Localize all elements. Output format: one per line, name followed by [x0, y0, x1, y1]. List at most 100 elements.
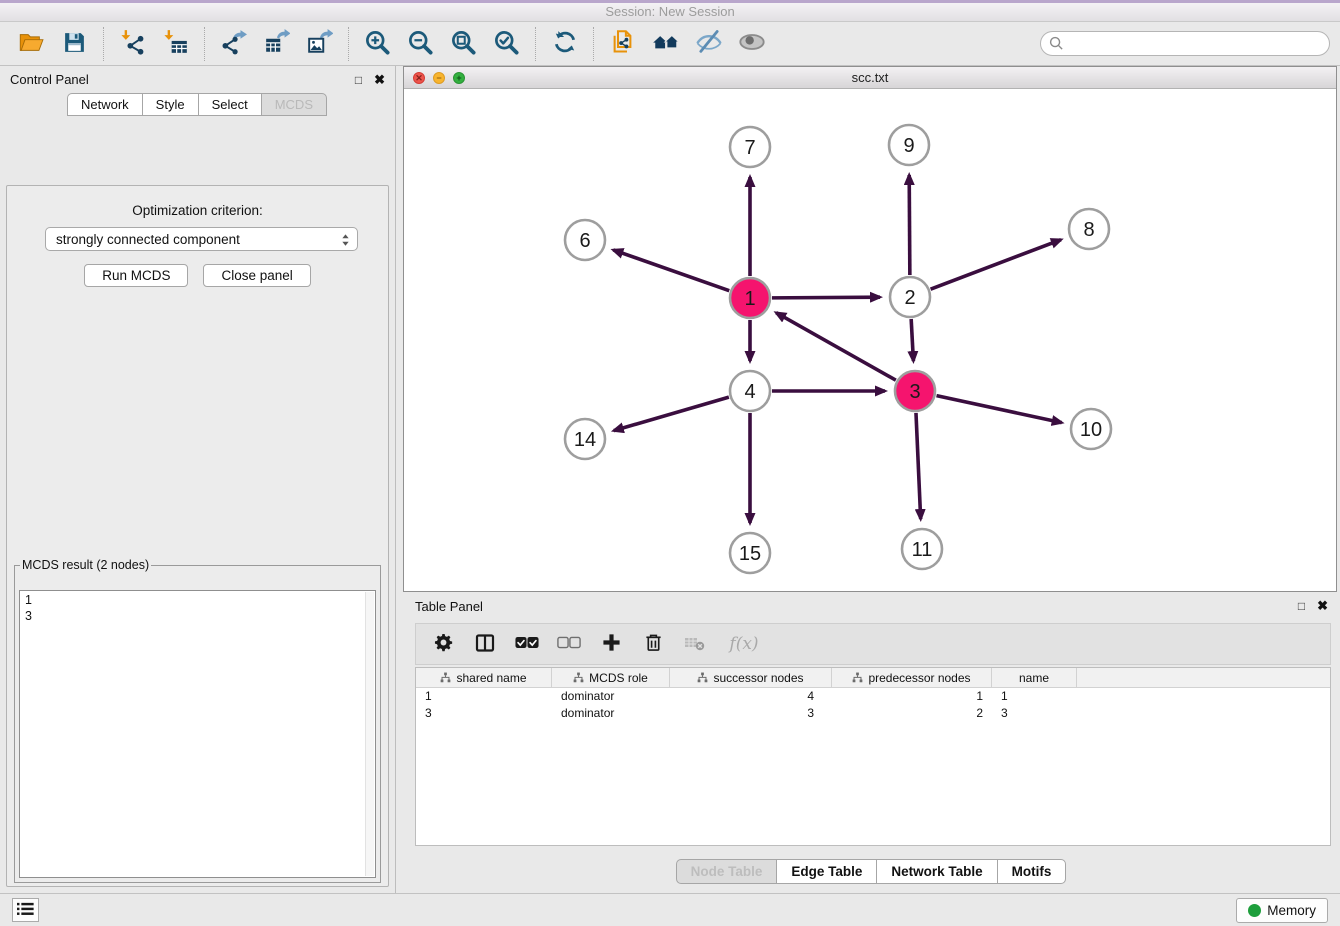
import-table-icon [163, 29, 189, 58]
node-table[interactable]: shared name MCDS role successor nodes pr… [415, 667, 1331, 846]
zoom-in-icon [364, 29, 391, 59]
close-panel-icon[interactable]: ✖ [374, 74, 385, 86]
graph-node-4[interactable]: 4 [730, 371, 770, 411]
show-details-button[interactable] [730, 25, 773, 63]
cell-predecessor-nodes[interactable]: 1 [832, 688, 992, 705]
tab-mcds[interactable]: MCDS [261, 93, 327, 116]
graph-node-1[interactable]: 1 [730, 278, 770, 318]
cell-name[interactable]: 1 [992, 688, 1077, 705]
graph-edge-3-10[interactable] [937, 396, 1062, 423]
save-session-button[interactable] [53, 25, 96, 63]
export-network-button[interactable] [212, 25, 255, 63]
hide-details-button[interactable] [687, 25, 730, 63]
zoom-fit-button[interactable] [442, 25, 485, 63]
optimization-criterion-select[interactable]: strongly connected component [45, 227, 358, 251]
delete-table-icon [684, 634, 706, 655]
graph-node-15[interactable]: 15 [730, 533, 770, 573]
float-panel-icon[interactable]: □ [355, 74, 362, 86]
close-panel-icon[interactable]: ✖ [1317, 600, 1328, 612]
graph-edge-2-3[interactable] [911, 319, 913, 361]
tab-network-table[interactable]: Network Table [876, 859, 997, 884]
home-networks-button[interactable] [644, 25, 687, 63]
graph-node-6[interactable]: 6 [565, 220, 605, 260]
graph-edge-2-9[interactable] [909, 175, 910, 275]
svg-text:11: 11 [912, 539, 933, 561]
deselect-all-columns-button[interactable] [554, 629, 584, 659]
task-history-button[interactable] [12, 898, 39, 922]
eye-slash-icon [695, 28, 723, 59]
cell-mcds-role[interactable]: dominator [552, 705, 670, 722]
cell-successor-nodes[interactable]: 4 [670, 688, 832, 705]
table-row[interactable]: 3 dominator 3 2 3 [416, 705, 1330, 722]
memory-status-icon [1248, 904, 1261, 917]
column-header-shared-name[interactable]: shared name [416, 668, 552, 687]
graph-node-9[interactable]: 9 [889, 125, 929, 165]
tab-edge-table[interactable]: Edge Table [776, 859, 877, 884]
table-settings-button[interactable] [428, 629, 458, 659]
window-maximize-icon[interactable]: + [453, 72, 465, 84]
graph-edge-2-8[interactable] [931, 240, 1061, 290]
delete-column-button[interactable] [638, 629, 668, 659]
tab-select[interactable]: Select [198, 93, 262, 116]
graph-node-8[interactable]: 8 [1069, 209, 1109, 249]
delete-table-button[interactable] [680, 629, 710, 659]
tab-network[interactable]: Network [67, 93, 143, 116]
memory-button[interactable]: Memory [1236, 898, 1328, 923]
window-minimize-icon[interactable]: − [433, 72, 445, 84]
refresh-button[interactable] [543, 25, 586, 63]
zoom-selected-button[interactable] [485, 25, 528, 63]
svg-text:7: 7 [744, 137, 755, 159]
graph-edge-3-1[interactable] [776, 313, 896, 380]
mcds-result-group: MCDS result (2 nodes) 1 3 [14, 558, 381, 883]
cell-shared-name[interactable]: 3 [416, 705, 552, 722]
graph-node-14[interactable]: 14 [565, 419, 605, 459]
graph-edge-1-2[interactable] [772, 297, 880, 298]
column-header-predecessor-nodes[interactable]: predecessor nodes [832, 668, 992, 687]
graph-node-3[interactable]: 3 [895, 371, 935, 411]
cell-predecessor-nodes[interactable]: 2 [832, 705, 992, 722]
graph-edge-4-14[interactable] [614, 397, 729, 430]
zoom-in-button[interactable] [356, 25, 399, 63]
graph-edge-3-11[interactable] [916, 413, 921, 519]
column-header-mcds-role[interactable]: MCDS role [552, 668, 670, 687]
close-panel-button[interactable]: Close panel [203, 264, 310, 287]
network-graph[interactable]: 7 9 6 8 1 2 4 3 14 10 15 11 [404, 89, 1336, 591]
gear-icon [434, 633, 453, 655]
tab-motifs[interactable]: Motifs [997, 859, 1067, 884]
network-window-titlebar[interactable]: ✕ − + scc.txt [404, 67, 1336, 89]
export-table-button[interactable] [255, 25, 298, 63]
select-all-columns-button[interactable] [512, 629, 542, 659]
tab-node-table[interactable]: Node Table [676, 859, 778, 884]
import-network-button[interactable] [111, 25, 154, 63]
create-column-button[interactable] [596, 629, 626, 659]
cell-successor-nodes[interactable]: 3 [670, 705, 832, 722]
export-image-button[interactable] [298, 25, 341, 63]
search-input[interactable] [1040, 31, 1330, 56]
save-floppy-icon [62, 30, 87, 58]
import-table-button[interactable] [154, 25, 197, 63]
result-scrollbar[interactable] [365, 592, 374, 876]
cell-mcds-role[interactable]: dominator [552, 688, 670, 705]
graph-node-2[interactable]: 2 [890, 277, 930, 317]
graph-node-11[interactable]: 11 [902, 529, 942, 569]
column-header-successor-nodes[interactable]: successor nodes [670, 668, 832, 687]
graph-node-7[interactable]: 7 [730, 127, 770, 167]
float-panel-icon[interactable]: □ [1298, 600, 1305, 612]
cell-name[interactable]: 3 [992, 705, 1077, 722]
table-panel: Table Panel □ ✖ [403, 592, 1340, 893]
cell-shared-name[interactable]: 1 [416, 688, 552, 705]
function-builder-button[interactable]: f(x) [722, 629, 766, 659]
tab-style[interactable]: Style [142, 93, 199, 116]
network-canvas[interactable]: 7 9 6 8 1 2 4 3 14 10 15 11 [404, 89, 1336, 591]
run-mcds-button[interactable]: Run MCDS [84, 264, 188, 287]
column-header-name[interactable]: name [992, 668, 1077, 687]
graph-edge-1-6[interactable] [613, 250, 729, 291]
table-row[interactable]: 1 dominator 4 1 1 [416, 688, 1330, 705]
graph-node-10[interactable]: 10 [1071, 409, 1111, 449]
window-close-icon[interactable]: ✕ [413, 72, 425, 84]
mcds-result-list[interactable]: 1 3 [19, 590, 376, 878]
show-column-panel-button[interactable] [470, 629, 500, 659]
zoom-out-button[interactable] [399, 25, 442, 63]
open-session-button[interactable] [10, 25, 53, 63]
clone-network-button[interactable] [601, 25, 644, 63]
